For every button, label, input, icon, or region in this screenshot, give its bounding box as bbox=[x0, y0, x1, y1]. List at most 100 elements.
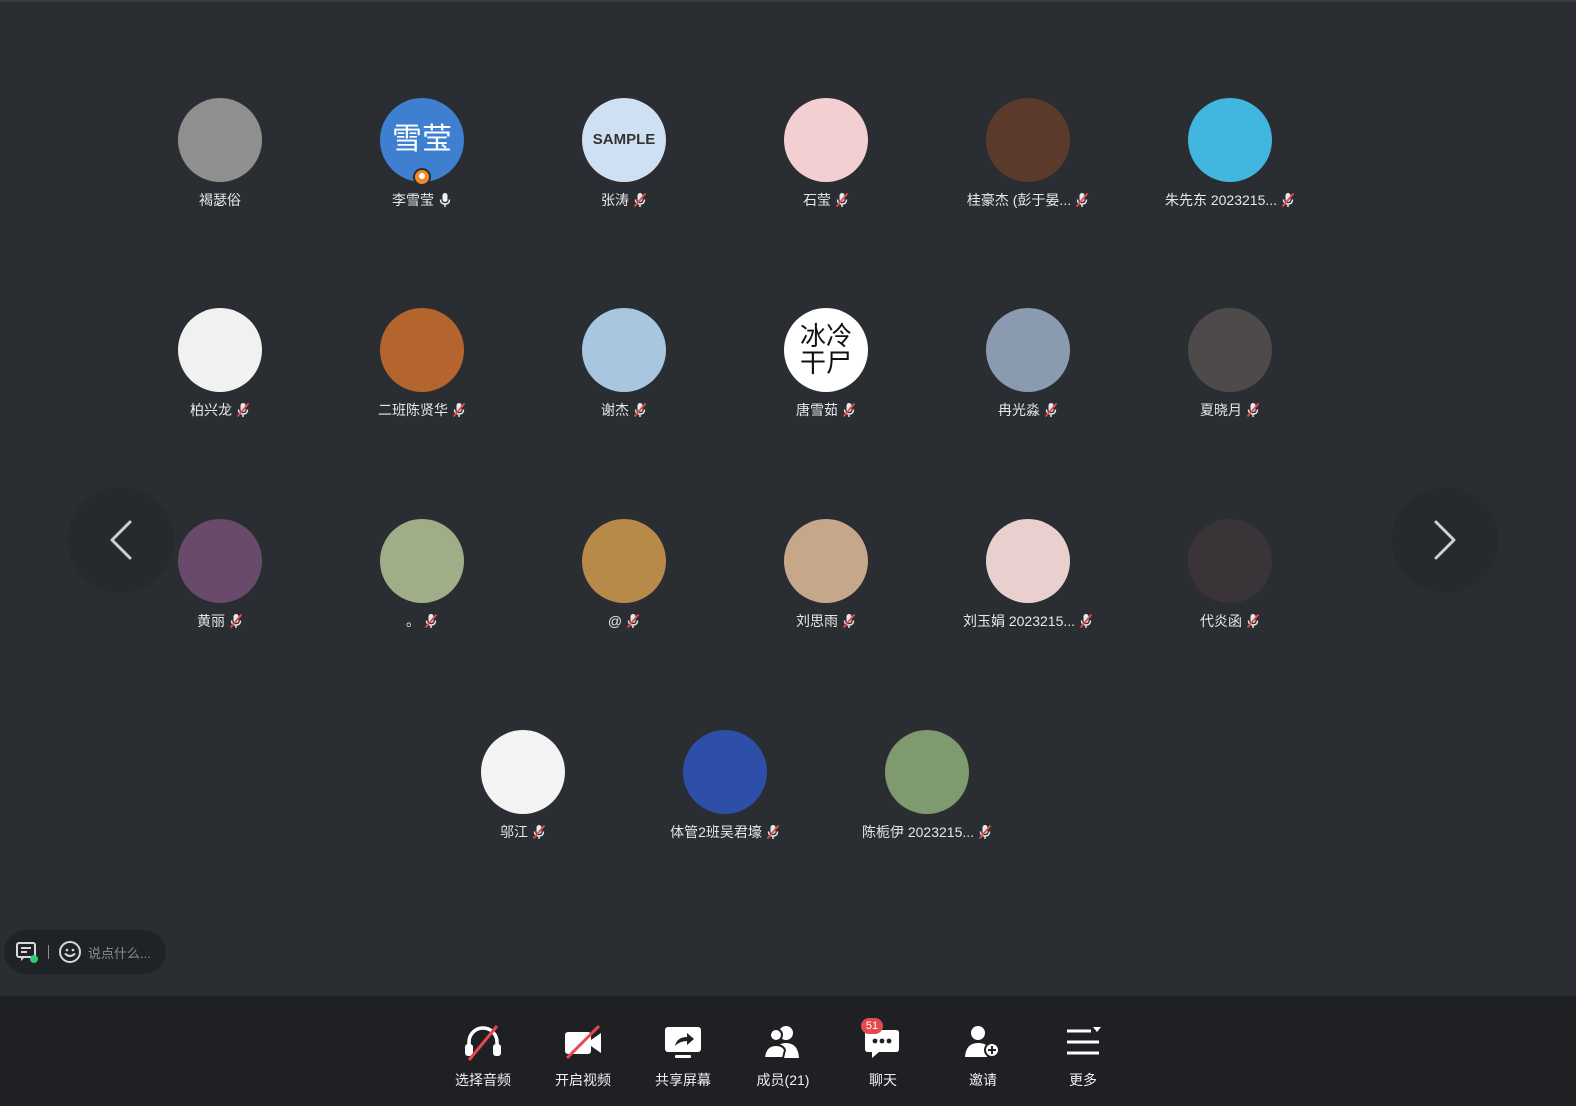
participant-tile[interactable]: 谢杰 bbox=[524, 308, 724, 438]
participant-name-row: 刘玉娟 2023215... bbox=[928, 611, 1128, 631]
more-label: 更多 bbox=[1069, 1072, 1097, 1088]
participant-name: 刘思雨 bbox=[796, 613, 838, 629]
participant-tile[interactable]: 朱先东 2023215... bbox=[1130, 98, 1330, 228]
mic-on-icon bbox=[439, 193, 451, 207]
participant-name-row: 代炎函 bbox=[1130, 611, 1330, 631]
participant-tile[interactable]: 代炎函 bbox=[1130, 519, 1330, 649]
avatar bbox=[986, 519, 1070, 603]
participant-name: 朱先东 2023215... bbox=[1164, 192, 1278, 208]
participant-name: 黄丽 bbox=[197, 613, 225, 629]
participant-tile[interactable]: 柏兴龙 bbox=[120, 308, 320, 438]
mic-muted-icon bbox=[236, 402, 250, 418]
invite-label: 邀请 bbox=[969, 1072, 997, 1088]
participant-tile[interactable]: 褐瑟俗 bbox=[120, 98, 320, 228]
previous-page-button[interactable] bbox=[68, 487, 174, 593]
participant-name-row: 桂豪杰 (彭于晏... bbox=[928, 190, 1128, 210]
host-badge-icon bbox=[413, 168, 431, 186]
mic-muted-icon bbox=[626, 613, 640, 629]
participant-tile[interactable]: 邬江 bbox=[423, 730, 623, 860]
avatar bbox=[178, 308, 262, 392]
participant-tile[interactable]: 刘思雨 bbox=[726, 519, 926, 649]
mic-muted-icon bbox=[229, 613, 243, 629]
mic-muted-icon bbox=[1246, 613, 1260, 629]
mic-muted-icon bbox=[766, 824, 780, 840]
chat-button[interactable]: 51 聊天 bbox=[838, 1018, 928, 1092]
avatar bbox=[582, 519, 666, 603]
participant-tile[interactable]: 石莹 bbox=[726, 98, 926, 228]
mic-muted-icon bbox=[633, 402, 647, 418]
mic-muted-icon bbox=[842, 613, 856, 629]
participant-tile[interactable]: 二班陈贤华 bbox=[322, 308, 522, 438]
mic-muted-icon bbox=[1075, 192, 1089, 208]
avatar bbox=[784, 98, 868, 182]
mic-muted-icon bbox=[835, 192, 849, 208]
participant-name-row: 谢杰 bbox=[524, 400, 724, 420]
avatar bbox=[784, 519, 868, 603]
participant-name: 夏晓月 bbox=[1200, 402, 1242, 418]
participant-name-row: 二班陈贤华 bbox=[322, 400, 522, 420]
participant-name-row: 唐雪茹 bbox=[726, 400, 926, 420]
avatar bbox=[1188, 98, 1272, 182]
participant-name-row: 朱先东 2023215... bbox=[1130, 190, 1330, 210]
chat-label: 聊天 bbox=[869, 1072, 897, 1088]
participant-name-row: 邬江 bbox=[423, 822, 623, 842]
avatar bbox=[380, 308, 464, 392]
participant-tile[interactable]: 夏晓月 bbox=[1130, 308, 1330, 438]
avatar: 冰冷 干尸 bbox=[784, 308, 868, 392]
chat-bubble-icon[interactable] bbox=[14, 939, 40, 965]
avatar-text: SAMPLE bbox=[592, 131, 656, 149]
participant-name-row: 石莹 bbox=[726, 190, 926, 210]
participant-name-row: 体管2班吴君壕 bbox=[625, 822, 825, 842]
participant-name: 刘玉娟 2023215... bbox=[962, 613, 1076, 629]
participant-tile[interactable]: 冰冷 干尸 唐雪茹 bbox=[726, 308, 926, 438]
participant-name: 柏兴龙 bbox=[190, 402, 232, 418]
avatar: SAMPLE bbox=[582, 98, 666, 182]
mic-muted-icon bbox=[633, 192, 647, 208]
participant-tile[interactable]: 体管2班吴君壕 bbox=[625, 730, 825, 860]
bottom-toolbar: 选择音频 开启视频 共享屏幕 成员(21) 51 聊天 邀请 更多 bbox=[0, 996, 1576, 1106]
avatar bbox=[582, 308, 666, 392]
start-video-label: 开启视频 bbox=[555, 1072, 611, 1088]
invite-button[interactable]: 邀请 bbox=[938, 1022, 1028, 1092]
select-audio-button[interactable]: 选择音频 bbox=[438, 1022, 528, 1092]
next-page-button[interactable] bbox=[1392, 487, 1498, 593]
participant-name: 唐雪茹 bbox=[796, 402, 838, 418]
participant-name: 冉光淼 bbox=[998, 402, 1040, 418]
avatar bbox=[380, 519, 464, 603]
unread-count-badge: 51 bbox=[861, 1018, 883, 1034]
mic-muted-icon bbox=[452, 402, 466, 418]
participant-name-row: 刘思雨 bbox=[726, 611, 926, 631]
participant-name: 李雪莹 bbox=[392, 192, 434, 208]
participant-tile[interactable]: 陈栀伊 2023215... bbox=[827, 730, 1027, 860]
mic-muted-icon bbox=[424, 613, 438, 629]
participant-name: @ bbox=[607, 613, 623, 629]
share-screen-button[interactable]: 共享屏幕 bbox=[638, 1022, 728, 1092]
members-icon bbox=[762, 1026, 799, 1059]
mic-muted-icon bbox=[1246, 402, 1260, 418]
participant-name: 桂豪杰 (彭于晏... bbox=[966, 192, 1072, 208]
avatar bbox=[683, 730, 767, 814]
participant-tile[interactable]: 雪莹 李雪莹 bbox=[322, 98, 522, 228]
start-video-button[interactable]: 开启视频 bbox=[538, 1022, 628, 1092]
participant-name: 褐瑟俗 bbox=[199, 192, 241, 208]
chevron-right-icon bbox=[1434, 520, 1456, 560]
participant-name: 代炎函 bbox=[1200, 613, 1242, 629]
participant-name: 体管2班吴君壕 bbox=[670, 824, 762, 840]
participant-tile[interactable]: @ bbox=[524, 519, 724, 649]
participant-name: 谢杰 bbox=[601, 402, 629, 418]
members-button[interactable]: 成员(21) bbox=[738, 1022, 828, 1092]
mic-muted-icon bbox=[1281, 192, 1295, 208]
participant-tile[interactable]: 冉光淼 bbox=[928, 308, 1128, 438]
quick-chat-bar[interactable]: 说点什么... bbox=[4, 930, 166, 974]
avatar-text: 冰冷 干尸 bbox=[799, 320, 852, 378]
participant-tile[interactable]: 刘玉娟 2023215... bbox=[928, 519, 1128, 649]
participant-tile[interactable]: 桂豪杰 (彭于晏... bbox=[928, 98, 1128, 228]
participant-tile[interactable]: SAMPLE 张涛 bbox=[524, 98, 724, 228]
share-screen-icon bbox=[665, 1027, 701, 1058]
emoji-icon[interactable] bbox=[58, 940, 82, 964]
top-divider bbox=[0, 0, 1576, 2]
participant-tile[interactable]: 。 bbox=[322, 519, 522, 649]
meeting-window: 褐瑟俗 雪莹 李雪莹 SAMPLE 张涛 石莹 桂豪杰 (彭于晏... 朱先东 2023215… bbox=[0, 0, 1576, 1106]
chat-input-placeholder[interactable]: 说点什么... bbox=[88, 943, 151, 962]
more-button[interactable]: 更多 bbox=[1038, 1022, 1128, 1092]
